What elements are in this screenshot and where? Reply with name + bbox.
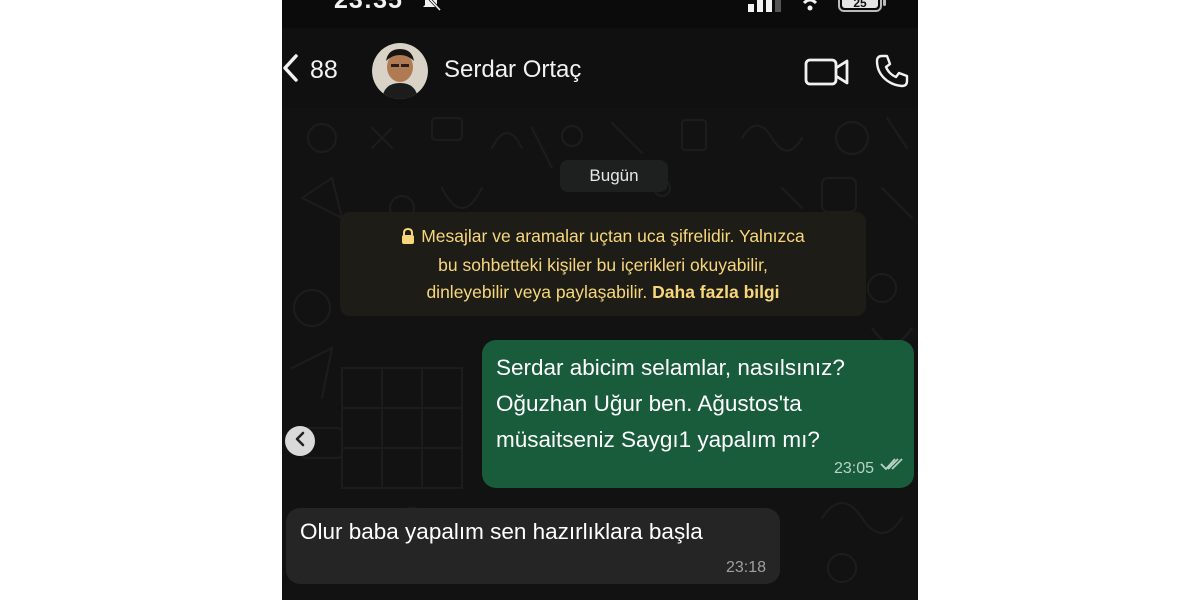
- encryption-notice-text-3: dinleyebilir veya paylaşabilir.: [426, 282, 648, 302]
- encryption-notice-text-2: bu sohbetteki kişiler bu içerikleri okuy…: [438, 255, 768, 275]
- outgoing-message[interactable]: Serdar abicim selamlar, nasılsınız? Oğuz…: [482, 340, 914, 488]
- voice-call-button[interactable]: [874, 53, 910, 94]
- encryption-notice[interactable]: Mesajlar ve aramalar uçtan uca şifrelidi…: [340, 212, 866, 316]
- message-list[interactable]: Bugün Mesajlar ve aramalar uçtan uca şif…: [282, 108, 918, 600]
- message-timestamp: 23:05: [833, 460, 874, 477]
- chat-screen: 23:35 25 88 Serdar Ortaç Bugün Mesajlar …: [282, 0, 918, 600]
- encryption-notice-line: Mesajlar ve aramalar uçtan uca şifrelidi…: [340, 223, 866, 252]
- status-bar: 23:35 25: [282, 0, 918, 14]
- date-separator: Bugün: [560, 160, 668, 192]
- double-check-icon: [880, 457, 904, 476]
- message-timestamp: 23:18: [725, 559, 766, 576]
- message-line: müsaitseniz Saygı1 yapalım mı?: [496, 427, 820, 452]
- message-line: Oğuzhan Uğur ben. Ağustos'ta: [496, 391, 802, 416]
- chevron-left-icon: [294, 431, 306, 452]
- scroll-back-button[interactable]: [285, 426, 315, 456]
- contact-name[interactable]: Serdar Ortaç: [444, 56, 581, 84]
- battery-icon: 25: [838, 0, 888, 14]
- learn-more-link[interactable]: Daha fazla bilgi: [652, 282, 779, 302]
- message-line: Serdar abicim selamlar, nasılsınız?: [496, 355, 845, 380]
- encryption-notice-text-1: Mesajlar ve aramalar uçtan uca şifrelidi…: [421, 226, 805, 246]
- chat-header: 88 Serdar Ortaç: [282, 28, 918, 108]
- phone-icon: [874, 54, 910, 93]
- incoming-message[interactable]: Olur baba yapalım sen hazırlıklara başla…: [286, 508, 780, 584]
- message-text: Olur baba yapalım sen hazırlıklara başla: [300, 519, 766, 545]
- status-time: 23:35: [334, 0, 403, 14]
- encryption-notice-line: dinleyebilir veya paylaşabilir. Daha faz…: [340, 279, 866, 306]
- contact-avatar[interactable]: [372, 43, 428, 99]
- battery-level: 25: [853, 0, 867, 10]
- chevron-left-icon: [282, 53, 298, 87]
- back-button[interactable]: 88: [282, 50, 338, 90]
- bell-muted-icon: [420, 0, 442, 14]
- video-call-button[interactable]: [804, 57, 850, 92]
- message-text: Serdar abicim selamlar, nasılsınız? Oğuz…: [496, 350, 902, 458]
- cellular-signal-icon: [748, 0, 784, 14]
- wifi-icon: [798, 0, 822, 14]
- message-line: Olur baba yapalım sen hazırlıklara başla: [300, 519, 703, 544]
- unread-count: 88: [310, 55, 338, 84]
- lock-icon: [401, 225, 415, 252]
- video-camera-icon: [804, 58, 850, 91]
